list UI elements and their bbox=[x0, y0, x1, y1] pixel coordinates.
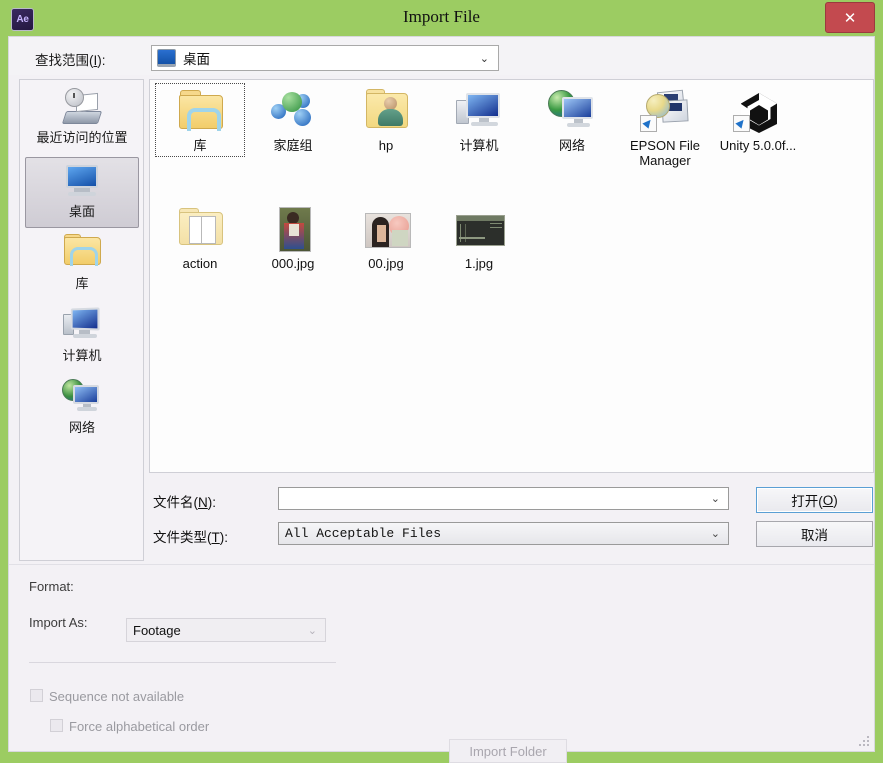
library-folder-icon bbox=[61, 233, 103, 273]
sidebar-item-label: 库 bbox=[75, 276, 89, 291]
computer-icon bbox=[454, 88, 504, 134]
file-item-label: 家庭组 bbox=[273, 138, 313, 153]
close-button[interactable]: ✕ bbox=[825, 2, 875, 33]
chevron-down-icon[interactable]: ⌄ bbox=[308, 624, 317, 637]
force-alphabetical-order-checkbox[interactable] bbox=[50, 719, 63, 732]
file-item-00-jpg[interactable]: 00.jpg bbox=[342, 202, 430, 274]
import-as-label: Import As: bbox=[29, 615, 88, 630]
unity-shortcut-icon bbox=[733, 88, 783, 134]
chevron-down-icon: ⌄ bbox=[479, 52, 489, 65]
force-alphabetical-order-label: Force alphabetical order bbox=[69, 719, 210, 734]
sidebar-item-network[interactable]: 网络 bbox=[25, 374, 139, 445]
file-item-label: Unity 5.0.0f... bbox=[719, 138, 797, 153]
file-item-homegroup[interactable]: 家庭组 bbox=[249, 84, 337, 156]
places-bar: 最近访问的位置 桌面 库 计算机 网络 bbox=[19, 79, 144, 561]
import-file-dialog-window: Ae Import File ✕ 查找范围(I): 桌面 ⌄ ✦ bbox=[0, 0, 883, 763]
import-folder-button[interactable]: Import Folder bbox=[449, 739, 567, 763]
file-item-000-jpg[interactable]: 000.jpg bbox=[249, 202, 337, 274]
file-type-value: All Acceptable Files bbox=[285, 526, 442, 541]
chevron-down-icon[interactable]: ⌄ bbox=[711, 527, 720, 540]
file-type-select[interactable]: All Acceptable Files ⌄ bbox=[278, 522, 729, 545]
format-label: Format: bbox=[29, 579, 74, 594]
file-name-input[interactable]: ⌄ bbox=[278, 487, 729, 510]
import-as-value: Footage bbox=[133, 622, 181, 638]
file-item-1-jpg[interactable]: 1.jpg bbox=[435, 202, 523, 274]
network-globe-icon bbox=[547, 88, 597, 134]
shortcut-overlay-icon bbox=[640, 115, 657, 132]
desktop-monitor-icon bbox=[61, 161, 103, 201]
sidebar-item-recent-places[interactable]: 最近访问的位置 bbox=[25, 84, 139, 155]
file-item-label: 00.jpg bbox=[368, 256, 404, 271]
file-item-label: 计算机 bbox=[459, 138, 499, 153]
file-item-library[interactable]: 库 bbox=[155, 83, 245, 157]
sequence-not-available-checkbox[interactable] bbox=[30, 689, 43, 702]
title-bar[interactable]: Ae Import File ✕ bbox=[0, 0, 883, 38]
file-item-action[interactable]: action bbox=[156, 202, 244, 274]
file-item-computer[interactable]: 计算机 bbox=[435, 84, 523, 156]
image-thumbnail-icon bbox=[454, 206, 505, 252]
recent-places-icon bbox=[61, 87, 103, 127]
sidebar-item-computer[interactable]: 计算机 bbox=[25, 302, 139, 373]
sidebar-item-library[interactable]: 库 bbox=[25, 230, 139, 301]
network-globe-icon bbox=[61, 377, 103, 417]
options-divider bbox=[29, 662, 336, 663]
dialog-client-area: 查找范围(I): 桌面 ⌄ ✦ bbox=[8, 36, 875, 763]
sidebar-item-label: 最近访问的位置 bbox=[36, 130, 128, 145]
user-folder-icon bbox=[361, 88, 411, 134]
file-item-label: 000.jpg bbox=[271, 256, 315, 271]
resize-grip[interactable] bbox=[858, 736, 870, 748]
file-item-unity[interactable]: Unity 5.0.0f... bbox=[714, 84, 802, 156]
look-in-combobox[interactable]: 桌面 ⌄ bbox=[151, 45, 499, 71]
library-folder-icon bbox=[175, 88, 225, 134]
file-type-label: 文件类型(T): bbox=[153, 530, 228, 545]
file-name-label: 文件名(N): bbox=[153, 495, 216, 510]
look-in-value: 桌面 bbox=[183, 52, 210, 67]
file-item-network[interactable]: 网络 bbox=[528, 84, 616, 156]
image-thumbnail-icon bbox=[361, 206, 411, 252]
file-item-label: 库 bbox=[193, 138, 207, 153]
computer-icon bbox=[61, 305, 103, 345]
sidebar-item-label: 计算机 bbox=[62, 348, 102, 363]
file-item-hp[interactable]: hp bbox=[342, 84, 430, 156]
sequence-not-available-label: Sequence not available bbox=[49, 689, 185, 704]
file-item-label: hp bbox=[378, 138, 394, 153]
sidebar-item-desktop[interactable]: 桌面 bbox=[25, 157, 139, 228]
sidebar-item-label: 网络 bbox=[68, 420, 95, 435]
file-item-label: 1.jpg bbox=[464, 256, 494, 271]
shortcut-overlay-icon bbox=[733, 115, 750, 132]
look-in-label: 查找范围(I): bbox=[35, 53, 106, 68]
look-in-row: 查找范围(I): 桌面 ⌄ bbox=[9, 37, 874, 75]
window-title: Import File bbox=[403, 7, 480, 26]
cancel-button[interactable]: 取消 bbox=[756, 521, 873, 547]
file-item-epson-file-manager[interactable]: EPSON File Manager bbox=[621, 84, 709, 171]
chevron-down-icon[interactable]: ⌄ bbox=[711, 492, 720, 505]
import-as-select[interactable]: Footage ⌄ bbox=[126, 618, 326, 642]
desktop-monitor-icon bbox=[157, 49, 176, 67]
epson-file-manager-shortcut-icon bbox=[640, 88, 690, 134]
file-item-label: 网络 bbox=[558, 138, 585, 153]
file-item-label: action bbox=[182, 256, 218, 271]
file-list[interactable]: 库 家庭组 hp 计算机 网络 EPSON File Manager Unity… bbox=[149, 79, 874, 473]
sidebar-item-label: 桌面 bbox=[68, 204, 95, 219]
open-button[interactable]: 打开(O) bbox=[756, 487, 873, 513]
homegroup-icon bbox=[268, 88, 318, 134]
plain-folder-icon bbox=[175, 206, 225, 252]
file-item-label: EPSON File Manager bbox=[629, 138, 701, 168]
image-thumbnail-icon bbox=[268, 206, 318, 252]
